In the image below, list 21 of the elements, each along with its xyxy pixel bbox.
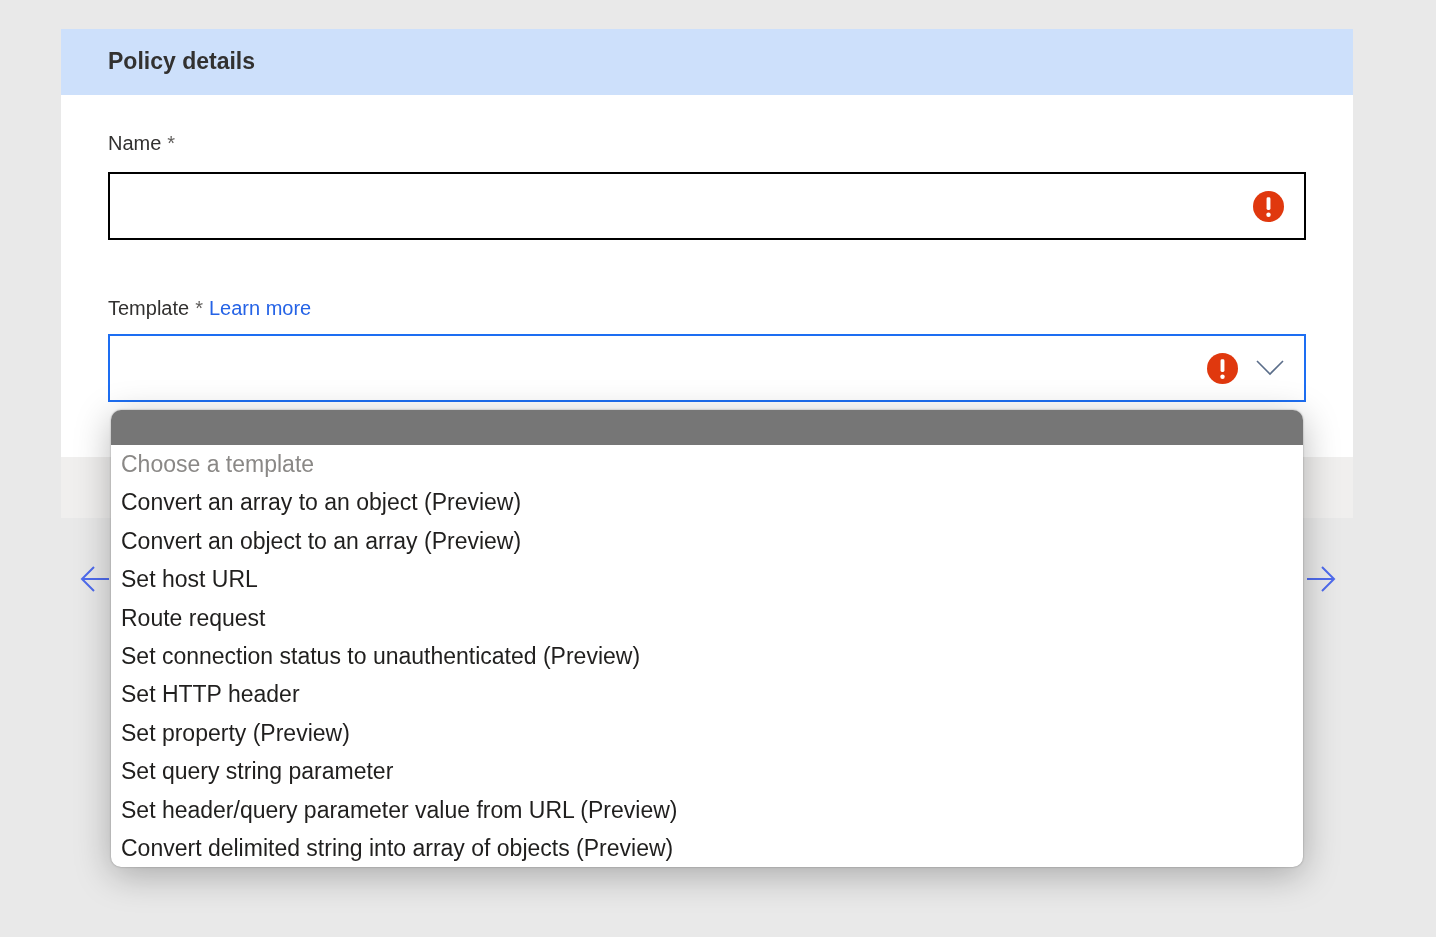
dropdown-option[interactable]: Set header/query parameter value from URL (Preview) — [111, 790, 1303, 830]
required-mark: * — [167, 131, 176, 155]
panel-title: Policy details — [108, 48, 255, 76]
dropdown-option[interactable]: Convert an array to an object (Preview) — [111, 483, 1303, 522]
learn-more-link[interactable]: Learn more — [208, 296, 312, 320]
field-label: Name — [108, 131, 162, 155]
field-label: Template — [108, 296, 190, 320]
dropdown-option[interactable]: Set query string parameter — [111, 752, 1303, 791]
dropdown-option[interactable]: Set property (Preview) — [111, 713, 1303, 753]
dropdown-option[interactable]: Set connection status to unauthenticated (Preview) — [111, 637, 1303, 676]
dropdown-option[interactable]: Convert an object to an array (Preview) — [111, 521, 1303, 561]
arrow-left-icon[interactable] — [80, 564, 110, 594]
text-input-field[interactable] — [108, 172, 1306, 240]
dropdown-option[interactable]: Set host URL — [111, 560, 1303, 599]
required-mark: * — [195, 296, 203, 320]
dropdown-option[interactable]: Convert delimited string into array of objects (Preview) — [111, 829, 1303, 868]
chevron-down-icon[interactable] — [1256, 360, 1284, 376]
dropdown-option: Choose a template — [111, 445, 1303, 484]
dropdown-option[interactable]: Set HTTP header — [111, 675, 1303, 714]
arrow-right-icon[interactable] — [1306, 564, 1336, 594]
dropdown-option[interactable]: Route request — [111, 598, 1303, 638]
